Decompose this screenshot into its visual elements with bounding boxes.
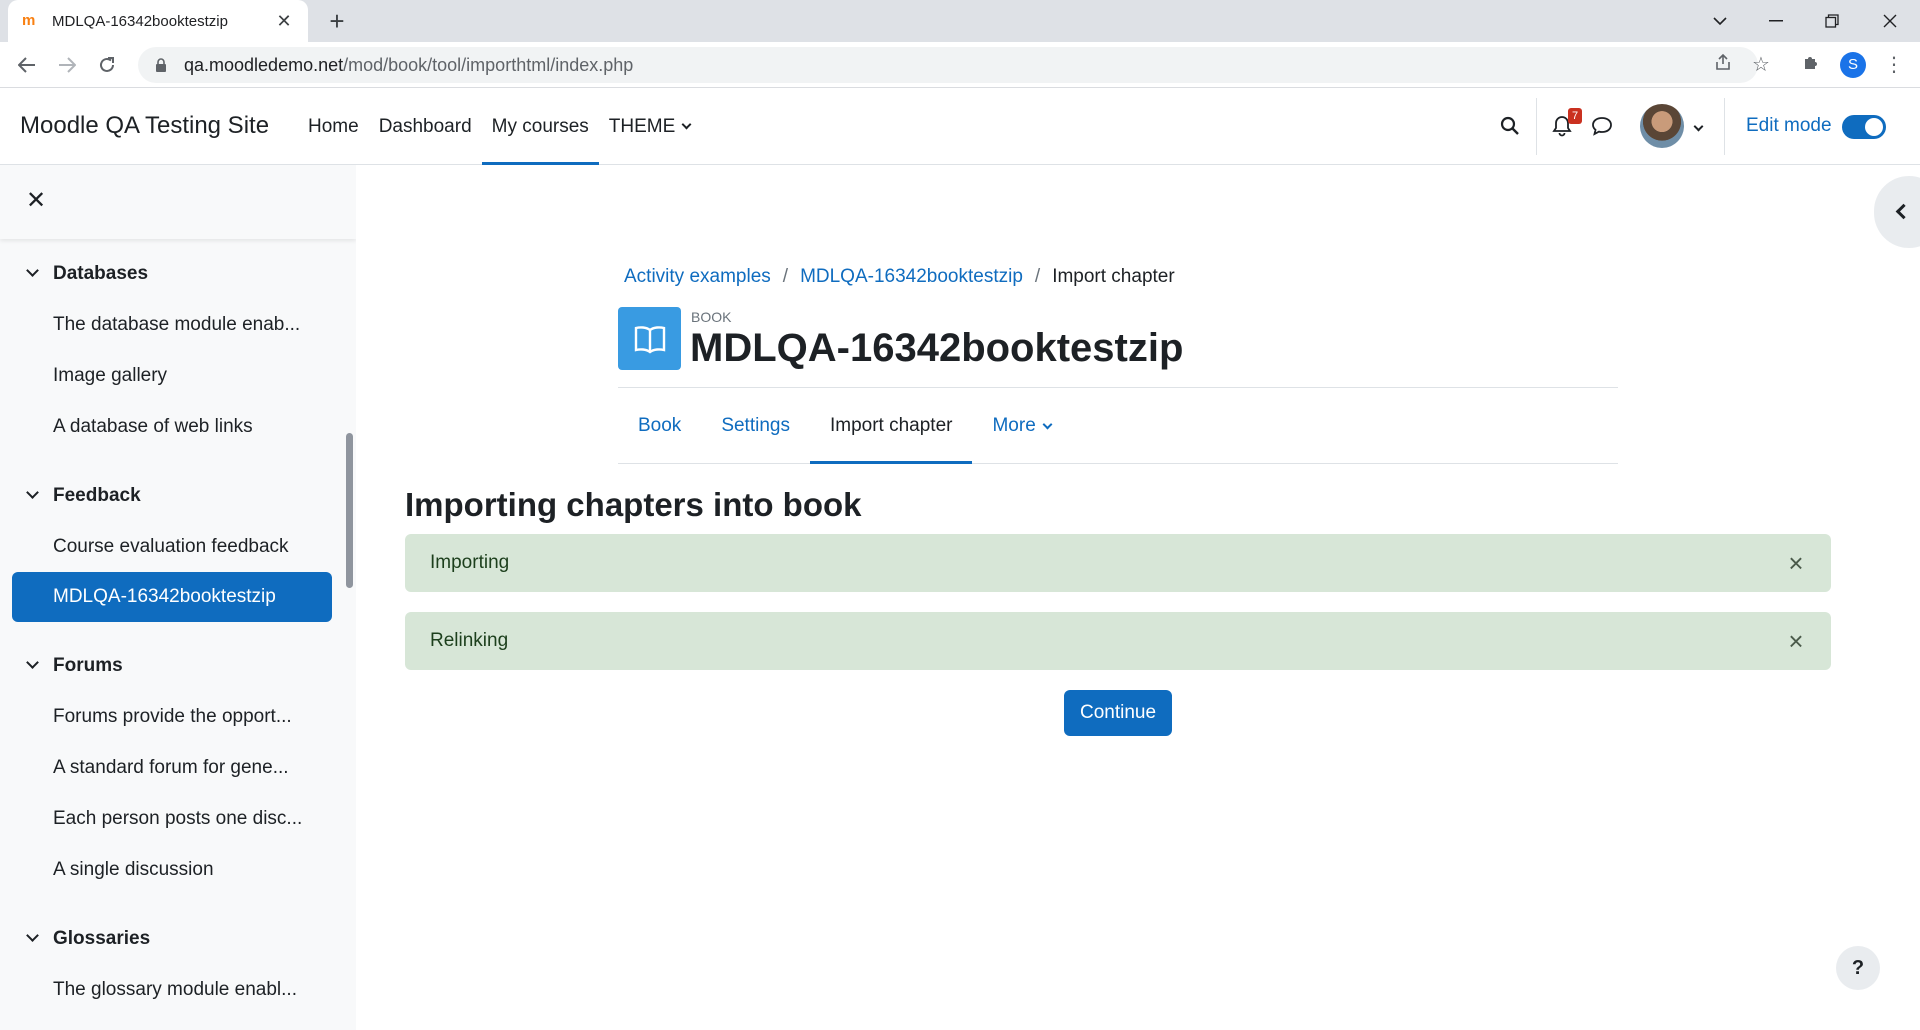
tab-search-icon[interactable] (1692, 0, 1748, 42)
nav-divider (1724, 98, 1725, 155)
close-drawer-icon[interactable]: ✕ (22, 187, 50, 215)
chevron-down-icon (26, 486, 39, 499)
section-label: Databases (53, 263, 149, 284)
alert-message: Importing (430, 552, 510, 573)
browser-tab-strip: m MDLQA-16342booktestzip ✕ + (0, 0, 1920, 42)
success-alert: Relinking × (405, 612, 1831, 670)
chevron-down-icon (26, 929, 39, 942)
breadcrumb-book[interactable]: MDLQA-16342booktestzip (800, 266, 1023, 288)
course-index-item[interactable]: The glossary module enabl... (12, 965, 332, 1015)
chevron-down-icon (1693, 121, 1703, 131)
block-drawer-toggle[interactable] (1874, 176, 1920, 248)
profile-avatar-icon[interactable]: S (1840, 52, 1866, 78)
lock-icon (156, 58, 166, 72)
chevron-down-icon (26, 656, 39, 669)
bookmark-star-icon[interactable]: ☆ (1748, 52, 1774, 78)
breadcrumb: Activity examples / MDLQA-16342booktestz… (624, 266, 1175, 288)
alert-message: Relinking (430, 630, 509, 651)
chevron-down-icon (681, 119, 692, 130)
close-window-icon[interactable] (1862, 0, 1918, 42)
close-icon[interactable]: × (1781, 548, 1811, 578)
nav-dashboard[interactable]: Dashboard (369, 88, 482, 165)
url-text: qa.moodledemo.net/mod/book/tool/importht… (184, 54, 634, 75)
chevron-down-icon (26, 264, 39, 277)
close-tab-icon[interactable]: ✕ (274, 11, 294, 32)
browser-toolbar: qa.moodledemo.net/mod/book/tool/importht… (0, 42, 1920, 88)
main-heading: Importing chapters into book (405, 486, 862, 523)
course-index-section[interactable]: Databases (12, 254, 332, 294)
nav-theme-label: THEME (608, 115, 676, 137)
drawer-scrollbar[interactable] (346, 433, 353, 588)
notification-count-badge: 7 (1568, 108, 1582, 124)
help-button[interactable]: ? (1836, 946, 1880, 990)
drawer-header: ✕ (0, 165, 356, 239)
site-name[interactable]: Moodle QA Testing Site (20, 112, 269, 140)
tab-title: MDLQA-16342booktestzip (52, 12, 228, 30)
restore-icon[interactable] (1804, 0, 1860, 42)
module-type-label: BOOK (691, 309, 732, 325)
tab-import-chapter[interactable]: Import chapter (809, 388, 973, 464)
primary-navigation: Home Dashboard My courses THEME (298, 88, 700, 165)
course-index-section[interactable]: Glossaries (12, 919, 332, 959)
course-index-item[interactable]: Course evaluation feedback (12, 522, 332, 572)
tab-more-label: More (992, 415, 1036, 436)
course-index-item[interactable]: A standard forum for gene... (12, 743, 332, 793)
course-index-item-current[interactable]: MDLQA-16342booktestzip (12, 572, 332, 622)
minimize-icon[interactable] (1748, 0, 1804, 42)
secondary-navigation: Book Settings Import chapter More (618, 388, 1618, 464)
course-index-item[interactable]: Forums provide the opport... (12, 692, 332, 742)
course-index-item[interactable]: Each person posts one disc... (12, 794, 332, 844)
extensions-icon[interactable] (1798, 52, 1824, 78)
breadcrumb-activity-examples[interactable]: Activity examples (624, 266, 771, 288)
course-index-section[interactable]: Feedback (12, 476, 332, 516)
moodle-favicon-icon: m (22, 12, 36, 29)
chevron-down-icon (1042, 419, 1053, 429)
browser-menu-icon[interactable]: ⋮ (1884, 52, 1904, 78)
chevron-left-icon (1895, 203, 1912, 220)
browser-tab[interactable]: m MDLQA-16342booktestzip ✕ (8, 0, 308, 42)
toggle-knob (1865, 118, 1883, 136)
continue-button[interactable]: Continue (1064, 690, 1172, 736)
page-title: MDLQA-16342booktestzip (690, 326, 1184, 370)
search-icon[interactable] (1496, 112, 1524, 140)
back-icon[interactable] (12, 50, 42, 80)
nav-home[interactable]: Home (298, 88, 369, 165)
messages-icon[interactable] (1588, 112, 1616, 140)
nav-divider (1536, 98, 1537, 155)
nav-my-courses[interactable]: My courses (481, 88, 599, 165)
success-alert: Importing × (405, 534, 1831, 592)
reload-icon[interactable] (92, 50, 122, 80)
new-tab-icon[interactable]: + (322, 6, 352, 36)
edit-mode-toggle[interactable] (1842, 115, 1886, 139)
breadcrumb-current: Import chapter (1052, 266, 1175, 287)
nav-theme[interactable]: THEME (599, 88, 701, 165)
course-index-section[interactable]: Forums (12, 646, 332, 686)
user-menu-chevron-icon[interactable] (1684, 112, 1712, 140)
moodle-navbar: Moodle QA Testing Site Home Dashboard My… (0, 88, 1920, 165)
address-bar[interactable]: qa.moodledemo.net/mod/book/tool/importht… (138, 47, 1758, 83)
forward-icon[interactable] (52, 50, 82, 80)
breadcrumb-separator: / (782, 266, 789, 287)
share-icon[interactable] (1710, 52, 1736, 78)
course-index-drawer: ✕ A choice with non-anonym... Databases … (0, 165, 356, 1030)
user-avatar[interactable] (1640, 104, 1684, 148)
tab-book[interactable]: Book (618, 388, 701, 464)
tab-settings[interactable]: Settings (701, 388, 810, 464)
course-index-item[interactable]: Image gallery (12, 351, 332, 401)
breadcrumb-separator: / (1034, 266, 1041, 287)
section-label: Glossaries (53, 928, 151, 949)
edit-mode-label: Edit mode (1746, 115, 1832, 136)
course-index-item[interactable]: A single discussion (12, 845, 332, 895)
course-index-item[interactable]: The database module enab... (12, 300, 332, 350)
section-label: Feedback (53, 485, 141, 506)
tab-more[interactable]: More (972, 388, 1070, 464)
close-icon[interactable]: × (1781, 626, 1811, 656)
book-icon (618, 307, 681, 370)
section-label: Forums (53, 655, 123, 676)
course-index-item[interactable]: A database of web links (12, 402, 332, 452)
